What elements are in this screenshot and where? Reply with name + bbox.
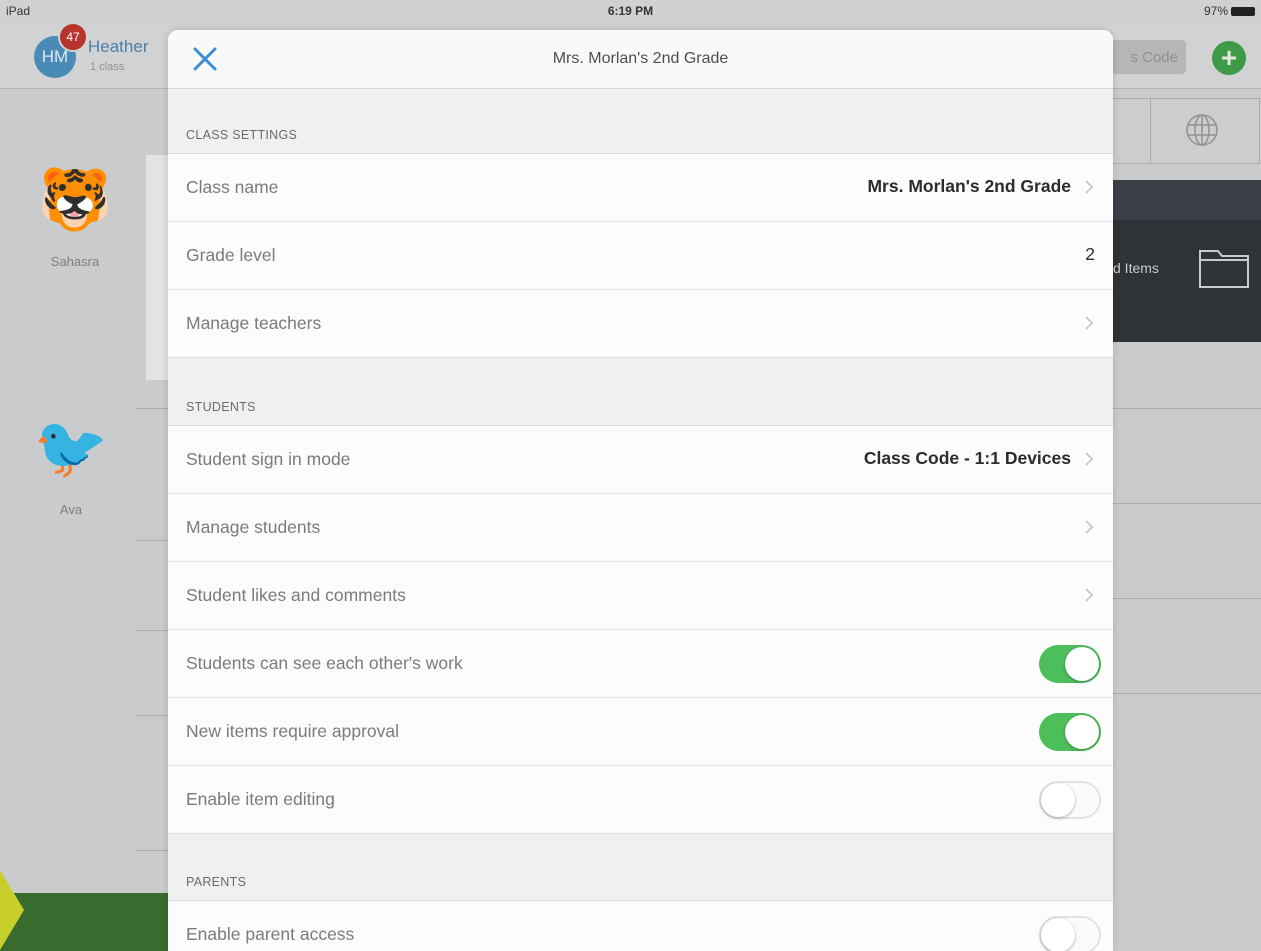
require-approval-toggle[interactable] [1039, 713, 1101, 751]
student-avatar-icon: 🐦 [33, 414, 109, 481]
modal-header: Mrs. Morlan's 2nd Grade [168, 30, 1113, 89]
add-button[interactable]: + [1212, 41, 1246, 75]
class-count: 1 class [90, 61, 125, 73]
section-header-parents: PARENTS [186, 875, 247, 889]
divider [1113, 408, 1261, 409]
parents-group: Enable parent access [168, 900, 1113, 951]
class-code-button[interactable]: s Code [1110, 40, 1186, 74]
teacher-name[interactable]: Heather [88, 37, 148, 57]
row-label: Enable parent access [186, 924, 355, 944]
row-label: New items require approval [186, 721, 400, 741]
divider [136, 715, 168, 716]
row-label: Enable item editing [186, 789, 335, 809]
toggle-knob [1065, 647, 1099, 681]
student-name: Ava [59, 502, 83, 517]
chevron-right-icon [1085, 520, 1094, 534]
status-time: 6:19 PM [607, 4, 654, 18]
modal-title: Mrs. Morlan's 2nd Grade [552, 50, 729, 67]
students-group: Student sign in mode Class Code - 1:1 De… [168, 425, 1113, 834]
manage-students-row[interactable]: Manage students [168, 494, 1113, 562]
divider [136, 408, 168, 409]
row-label: Manage students [186, 517, 321, 537]
student-sign-in-mode-row[interactable]: Student sign in mode Class Code - 1:1 De… [168, 426, 1113, 494]
folder-panel-header [1110, 180, 1261, 220]
divider [1113, 598, 1261, 599]
battery-indicator: 97% [1204, 4, 1255, 18]
globe-icon[interactable] [1185, 113, 1219, 147]
grade-level-value: 2 [1085, 244, 1095, 264]
section-header-class-settings: CLASS SETTINGS [186, 128, 298, 142]
divider [136, 630, 168, 631]
toggle-knob [1041, 783, 1075, 817]
toggle-knob [1065, 715, 1099, 749]
row-label: Class name [186, 177, 279, 197]
student-likes-comments-row[interactable]: Student likes and comments [168, 562, 1113, 630]
folder-icon[interactable] [1198, 245, 1250, 289]
row-label: Student sign in mode [186, 449, 351, 469]
toolbar-divider [1150, 98, 1151, 164]
divider [1113, 503, 1261, 504]
student-avatar-icon: 🐯 [37, 166, 113, 233]
sign-in-mode-value: Class Code - 1:1 Devices [863, 448, 1071, 468]
footer-band [0, 893, 168, 951]
class-settings-modal: Mrs. Morlan's 2nd Grade CLASS SETTINGS C… [168, 30, 1113, 951]
section-header-students: STUDENTS [186, 400, 256, 414]
grade-level-row[interactable]: Grade level 2 [168, 222, 1113, 290]
student-work-thumbnail[interactable] [146, 155, 169, 380]
parent-access-row: Enable parent access [168, 901, 1113, 951]
see-work-toggle[interactable] [1039, 645, 1101, 683]
toggle-knob [1041, 918, 1075, 951]
row-label: Student likes and comments [186, 585, 406, 605]
student-name: Sahasra [50, 254, 100, 269]
student-card[interactable]: 🐯 Sahasra [30, 160, 120, 269]
class-name-value: Mrs. Morlan's 2nd Grade [867, 176, 1071, 196]
chevron-right-icon [1085, 316, 1094, 330]
battery-percent: 97% [1203, 4, 1228, 18]
class-settings-group: Class name Mrs. Morlan's 2nd Grade Grade… [168, 153, 1113, 358]
chevron-right-icon [1085, 180, 1094, 194]
item-editing-row: Enable item editing [168, 766, 1113, 833]
chevron-right-icon [1085, 588, 1094, 602]
parent-access-toggle[interactable] [1039, 916, 1101, 951]
row-label: Grade level [186, 245, 276, 265]
decorative-wedge [0, 870, 24, 950]
item-editing-toggle[interactable] [1039, 781, 1101, 819]
divider [136, 540, 168, 541]
battery-icon [1231, 6, 1255, 16]
require-approval-row: New items require approval [168, 698, 1113, 766]
chevron-right-icon [1085, 452, 1094, 466]
see-each-others-work-row: Students can see each other's work [168, 630, 1113, 698]
manage-teachers-row[interactable]: Manage teachers [168, 290, 1113, 357]
divider [1113, 693, 1261, 694]
student-card[interactable]: 🐦 Ava [26, 408, 116, 517]
status-bar: iPad 6:19 PM 97% [0, 0, 1261, 22]
class-name-row[interactable]: Class name Mrs. Morlan's 2nd Grade [168, 154, 1113, 222]
divider [136, 850, 168, 851]
notification-badge: 47 [58, 22, 88, 52]
row-label: Students can see each other's work [186, 653, 463, 673]
items-label[interactable]: d Items [1113, 260, 1159, 276]
row-label: Manage teachers [186, 313, 322, 333]
